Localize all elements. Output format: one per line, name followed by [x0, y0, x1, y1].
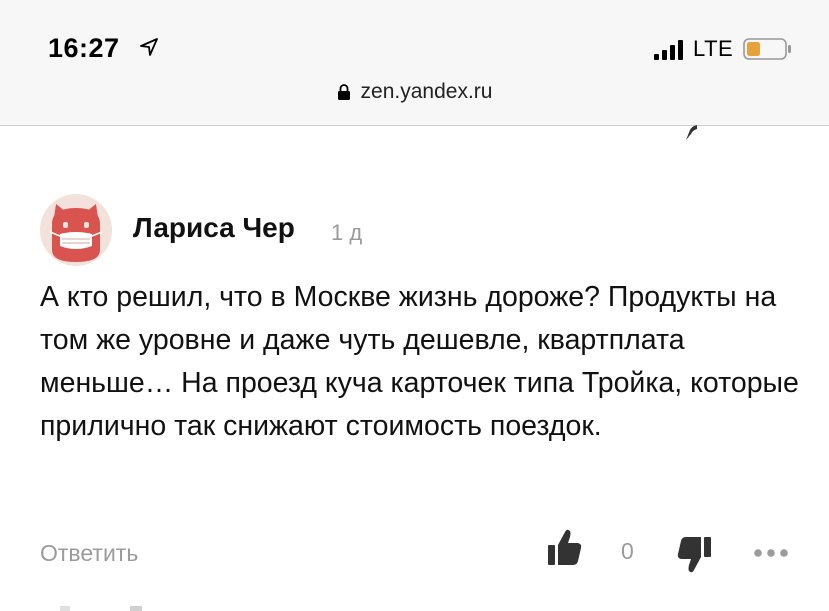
comment-actions: Ответить 0: [0, 528, 829, 578]
reply-button[interactable]: Ответить: [40, 540, 138, 567]
thumbs-down-icon[interactable]: [676, 536, 712, 578]
status-bar: 16:27 LTE zen.yandex.ru: [0, 0, 829, 126]
thumbs-up-icon[interactable]: [547, 528, 583, 568]
next-item-fragment: [60, 606, 142, 611]
status-time: 16:27: [48, 33, 120, 63]
url-text: zen.yandex.ru: [360, 80, 493, 103]
signal-icon: [654, 40, 683, 60]
more-options-icon[interactable]: [753, 548, 789, 558]
like-count: 0: [621, 538, 634, 564]
cutoff-icon-fragment: [686, 125, 697, 140]
comment-author[interactable]: Лариса Чер: [133, 212, 295, 244]
comment-age: 1 д: [331, 220, 363, 245]
comment-text: А кто решил, что в Москве жизнь дороже? …: [40, 281, 799, 442]
lock-icon: [337, 84, 350, 100]
avatar-cat-mask-icon: [40, 194, 112, 266]
network-type: LTE: [693, 36, 734, 61]
battery-icon: [743, 38, 791, 60]
location-arrow-icon: [140, 38, 158, 56]
avatar[interactable]: [40, 194, 112, 266]
address-bar[interactable]: zen.yandex.ru: [0, 80, 829, 110]
